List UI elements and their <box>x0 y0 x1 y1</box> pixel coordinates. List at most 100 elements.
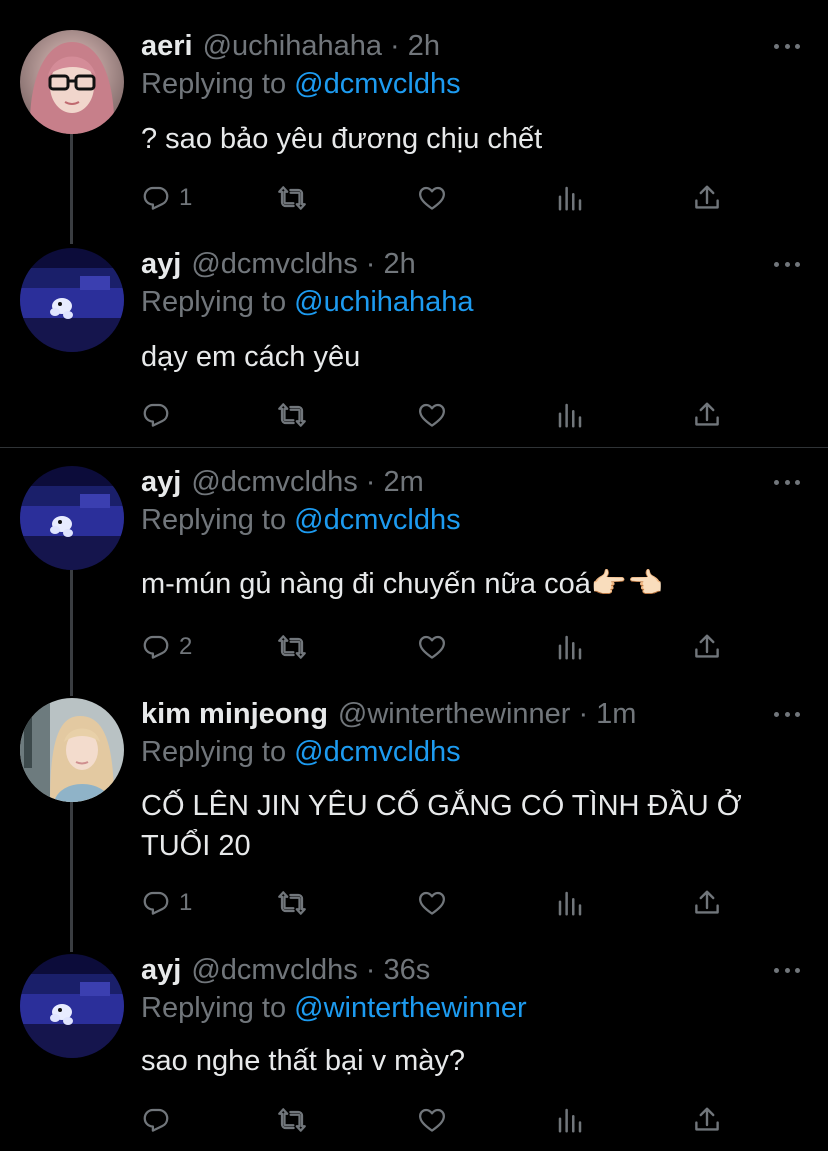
reply-button[interactable]: 1 <box>141 885 192 921</box>
tweet-header: ayj @dcmvcldhs · 36s <box>141 954 430 994</box>
share-button[interactable] <box>692 629 722 665</box>
thread-line <box>70 800 73 952</box>
tweet-header: kim minjeong @winterthewinner · 1m <box>141 698 636 738</box>
share-button[interactable] <box>692 1102 722 1138</box>
heart-icon <box>419 403 445 427</box>
retweet-button[interactable] <box>277 397 307 433</box>
more-icon[interactable] <box>774 708 800 720</box>
more-icon[interactable] <box>774 476 800 488</box>
analytics-button[interactable] <box>555 629 585 665</box>
mention-link[interactable]: @winterthewinner <box>294 992 527 1024</box>
timestamp[interactable]: 2h <box>408 30 440 63</box>
timestamp[interactable]: 1m <box>596 698 636 731</box>
reply-button[interactable] <box>141 397 179 433</box>
separator-dot: · <box>365 954 376 986</box>
avatar-image-blue-cartoon <box>20 954 124 1058</box>
analytics-button[interactable] <box>555 885 585 921</box>
reply-count: 2 <box>179 633 193 660</box>
conversation-divider <box>0 447 828 448</box>
heart-icon <box>419 1108 445 1132</box>
user-handle[interactable]: @dcmvcldhs <box>191 466 357 499</box>
like-button[interactable] <box>417 397 447 433</box>
more-icon[interactable] <box>774 40 800 52</box>
user-handle[interactable]: @winterthewinner <box>338 698 571 731</box>
separator-dot: · <box>578 698 589 730</box>
tweet-text-line: ? sao bảo yêu đương chịu chết <box>141 123 543 155</box>
analytics-icon <box>558 635 582 660</box>
mention-link[interactable]: @dcmvcldhs <box>294 736 460 768</box>
retweet-icon <box>278 1108 306 1132</box>
retweet-button[interactable] <box>277 629 307 665</box>
heart-icon <box>419 891 445 915</box>
retweet-button[interactable] <box>277 1102 307 1138</box>
analytics-button[interactable] <box>555 180 585 216</box>
tweet-text-line: sao nghe thất bại v mày? <box>141 1045 466 1077</box>
like-button[interactable] <box>417 180 447 216</box>
share-button[interactable] <box>692 885 722 921</box>
display-name[interactable]: ayj <box>141 954 181 987</box>
mention-link[interactable]: @uchihahaha <box>294 286 473 318</box>
user-handle[interactable]: @dcmvcldhs <box>191 248 357 281</box>
tweet-header: aeri @uchihahaha · 2h <box>141 30 440 70</box>
replying-to: Replying to @dcmvcldhs <box>141 68 461 101</box>
retweet-icon <box>278 635 306 659</box>
separator-dot: · <box>390 30 400 62</box>
display-name[interactable]: aeri <box>141 30 193 63</box>
separator-dot: · <box>365 466 376 498</box>
user-handle[interactable]: @dcmvcldhs <box>191 954 357 987</box>
replying-to: Replying to @dcmvcldhs <box>141 736 461 769</box>
like-button[interactable] <box>417 885 447 921</box>
tweet-text: CỐ LÊN JIN YÊU CỐ GẮNG CÓ TÌNH ĐẦU Ở TUỔ… <box>141 786 801 866</box>
tweet-header: ayj @dcmvcldhs · 2m <box>141 466 424 506</box>
analytics-button[interactable] <box>555 397 585 433</box>
analytics-button[interactable] <box>555 1102 585 1138</box>
avatar-image-blue-cartoon <box>20 466 124 570</box>
more-icon[interactable] <box>774 964 800 976</box>
heart-icon <box>419 186 445 210</box>
retweet-button[interactable] <box>277 885 307 921</box>
tweet-text: m-mún gủ nàng đi chuyến nữa coá👉🏻👈🏻 <box>141 564 801 604</box>
analytics-icon <box>558 1108 582 1133</box>
tweet-text: sao nghe thất bại v mày? <box>141 1041 801 1081</box>
more-icon[interactable] <box>774 258 800 270</box>
tweet-text-line: CỐ LÊN JIN YÊU CỐ GẮNG CÓ TÌNH ĐẦU Ở <box>141 790 742 822</box>
avatar[interactable] <box>20 30 124 134</box>
analytics-icon <box>558 891 582 916</box>
user-handle[interactable]: @uchihahaha <box>203 30 382 63</box>
avatar[interactable] <box>20 698 124 802</box>
avatar-image-blue-cartoon <box>20 248 124 352</box>
avatar[interactable] <box>20 466 124 570</box>
share-button[interactable] <box>692 180 722 216</box>
timestamp[interactable]: 36s <box>383 954 430 987</box>
separator-dot: · <box>365 248 376 280</box>
avatar-image-blonde-girl <box>20 698 124 802</box>
like-button[interactable] <box>417 629 447 665</box>
reply-button[interactable]: 1 <box>141 180 192 216</box>
display-name[interactable]: ayj <box>141 466 181 499</box>
mention-link[interactable]: @dcmvcldhs <box>294 68 460 100</box>
share-icon <box>695 890 719 914</box>
action-bar <box>141 1102 741 1138</box>
timestamp[interactable]: 2m <box>383 466 423 499</box>
replying-to: Replying to @winterthewinner <box>141 992 527 1025</box>
share-button[interactable] <box>692 397 722 433</box>
reply-count: 1 <box>179 889 193 916</box>
mention-link[interactable]: @dcmvcldhs <box>294 504 460 536</box>
display-name[interactable]: ayj <box>141 248 181 281</box>
avatar[interactable] <box>20 954 124 1058</box>
display-name[interactable]: kim minjeong <box>141 698 328 731</box>
replying-label: Replying to <box>141 992 287 1024</box>
like-button[interactable] <box>417 1102 447 1138</box>
tweet-text: dạy em cách yêu <box>141 337 801 377</box>
action-bar: 1 <box>141 885 741 921</box>
retweet-icon <box>278 891 306 915</box>
reply-button[interactable]: 2 <box>141 629 192 665</box>
retweet-button[interactable] <box>277 180 307 216</box>
tweet-text-line: TUỔI 20 <box>141 830 251 862</box>
avatar[interactable] <box>20 248 124 352</box>
timestamp[interactable]: 2h <box>383 248 415 281</box>
share-icon <box>695 634 719 658</box>
reply-button[interactable] <box>141 1102 179 1138</box>
share-icon <box>695 1107 719 1131</box>
reply-icon <box>143 403 169 427</box>
